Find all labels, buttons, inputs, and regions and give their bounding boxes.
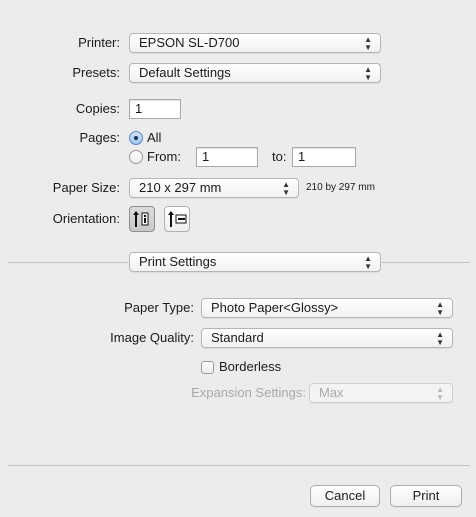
expansion-settings-label: Expansion Settings: [191,385,306,400]
presets-label: Presets: [72,65,120,80]
cancel-button[interactable]: Cancel [310,485,380,507]
section-menu-popup[interactable]: Print Settings ▲ ▼ [129,252,381,272]
orientation-label: Orientation: [52,211,120,226]
printer-value: EPSON SL-D700 [139,35,240,50]
landscape-orientation-button[interactable] [164,206,190,232]
paper-size-value: 210 x 297 mm [139,180,222,195]
pages-all-label: All [147,130,162,145]
printer-label: Printer: [78,35,120,50]
paper-size-description: 210 by 297 mm [306,182,375,193]
paper-size-popup[interactable]: 210 x 297 mm ▲ ▼ [129,178,299,198]
up-down-chevron-icon: ▲ ▼ [436,300,444,317]
section-divider-left [8,262,128,263]
print-button[interactable]: Print [390,485,462,507]
pages-to-label: to: [272,149,287,164]
expansion-settings-popup[interactable]: Max ▲ ▼ [309,383,453,403]
paper-type-popup[interactable]: Photo Paper<Glossy> ▲ ▼ [201,298,453,318]
up-down-chevron-icon: ▲ ▼ [364,65,372,82]
pages-from-field[interactable]: 1 [196,147,258,167]
pages-label: Pages: [79,130,120,145]
up-down-chevron-icon: ▲ ▼ [282,180,290,197]
section-divider-right [382,262,470,263]
borderless-checkbox[interactable] [201,361,214,374]
portrait-orientation-icon [133,211,149,227]
up-down-chevron-icon: ▲ ▼ [436,330,444,347]
printer-popup[interactable]: EPSON SL-D700 ▲ ▼ [129,33,381,53]
pages-from-label: From: [147,149,181,164]
up-down-chevron-icon: ▲ ▼ [436,385,444,402]
copies-field[interactable]: 1 [129,99,181,119]
bottom-divider [8,465,470,466]
up-down-chevron-icon: ▲ ▼ [364,254,372,271]
borderless-label: Borderless [219,359,282,374]
presets-value: Default Settings [139,65,231,80]
up-down-chevron-icon: ▲ ▼ [364,35,372,52]
image-quality-label: Image Quality: [110,330,194,345]
pages-from-radio[interactable] [129,150,143,164]
image-quality-popup[interactable]: Standard ▲ ▼ [201,328,453,348]
paper-type-label: Paper Type: [124,300,194,315]
image-quality-value: Standard [211,330,264,345]
paper-size-label: Paper Size: [52,180,120,195]
section-menu-value: Print Settings [139,254,217,269]
expansion-settings-value: Max [319,385,344,400]
pages-to-field[interactable]: 1 [292,147,356,167]
copies-label: Copies: [75,101,120,116]
landscape-orientation-icon [168,211,187,227]
paper-type-value: Photo Paper<Glossy> [211,300,339,315]
presets-popup[interactable]: Default Settings ▲ ▼ [129,63,381,83]
pages-all-radio[interactable] [129,131,143,145]
portrait-orientation-button[interactable] [129,206,155,232]
